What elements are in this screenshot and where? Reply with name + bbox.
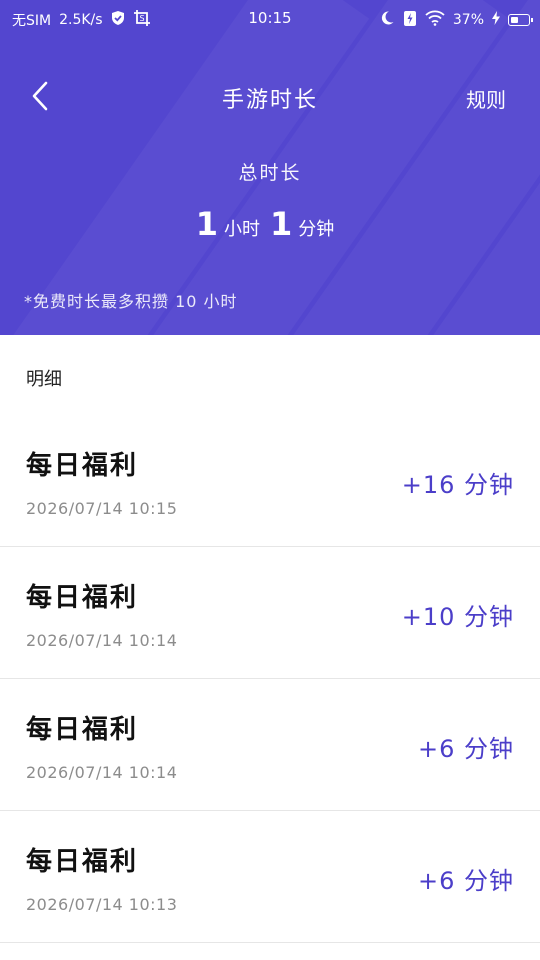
detail-section-title: 明细 (26, 369, 62, 390)
item-name: 每日福利 (26, 451, 139, 481)
item-timestamp: 2026/07/14 10:13 (26, 895, 178, 914)
list-item: 每日福利 2026/07/14 10:14 +6 分钟 (0, 679, 540, 811)
total-minutes: 1 (270, 205, 293, 243)
item-gain: +16 分钟 (401, 471, 514, 499)
item-timestamp: 2026/07/14 10:14 (26, 631, 178, 650)
accumulation-note: *免费时长最多积攒 10 小时 (24, 292, 238, 311)
item-gain: +10 分钟 (401, 603, 514, 631)
item-name: 每日福利 (26, 583, 139, 613)
moon-icon (379, 10, 395, 30)
total-duration-label: 总时长 (238, 162, 302, 184)
item-gain: +6 分钟 (417, 735, 514, 763)
page-title: 手游时长 (221, 88, 318, 113)
rules-link[interactable]: 规则 (466, 84, 506, 113)
charging-icon (492, 11, 500, 29)
minutes-unit: 分钟 (298, 219, 335, 240)
battery-percent: 37% (452, 12, 484, 28)
detail-list: 每日福利 2026/07/14 10:15 +16 分钟 每日福利 2026/0… (0, 415, 540, 943)
item-name: 每日福利 (26, 847, 139, 877)
battery-icon (508, 14, 533, 26)
status-bar: 无SIM 2.5K/s S 10:15 37% (0, 0, 540, 36)
nav-bar: 手游时长 规则 (0, 70, 540, 124)
list-item: 每日福利 2026/07/14 10:14 +10 分钟 (0, 547, 540, 679)
list-item: 每日福利 2026/07/14 10:13 +6 分钟 (0, 811, 540, 943)
header-banner: 无SIM 2.5K/s S 10:15 37% 手游时长 规则 总时长 1 小时… (0, 0, 540, 335)
total-duration-value: 1 小时 1 分钟 (0, 205, 540, 243)
total-hours: 1 (195, 205, 218, 243)
item-gain: +6 分钟 (417, 867, 514, 895)
item-timestamp: 2026/07/14 10:14 (26, 763, 178, 782)
hours-unit: 小时 (224, 219, 260, 240)
list-item: 每日福利 2026/07/14 10:15 +16 分钟 (0, 415, 540, 547)
battery-saver-icon (403, 9, 417, 31)
item-name: 每日福利 (26, 715, 139, 745)
wifi-icon (425, 10, 445, 30)
item-timestamp: 2026/07/14 10:15 (26, 499, 178, 518)
